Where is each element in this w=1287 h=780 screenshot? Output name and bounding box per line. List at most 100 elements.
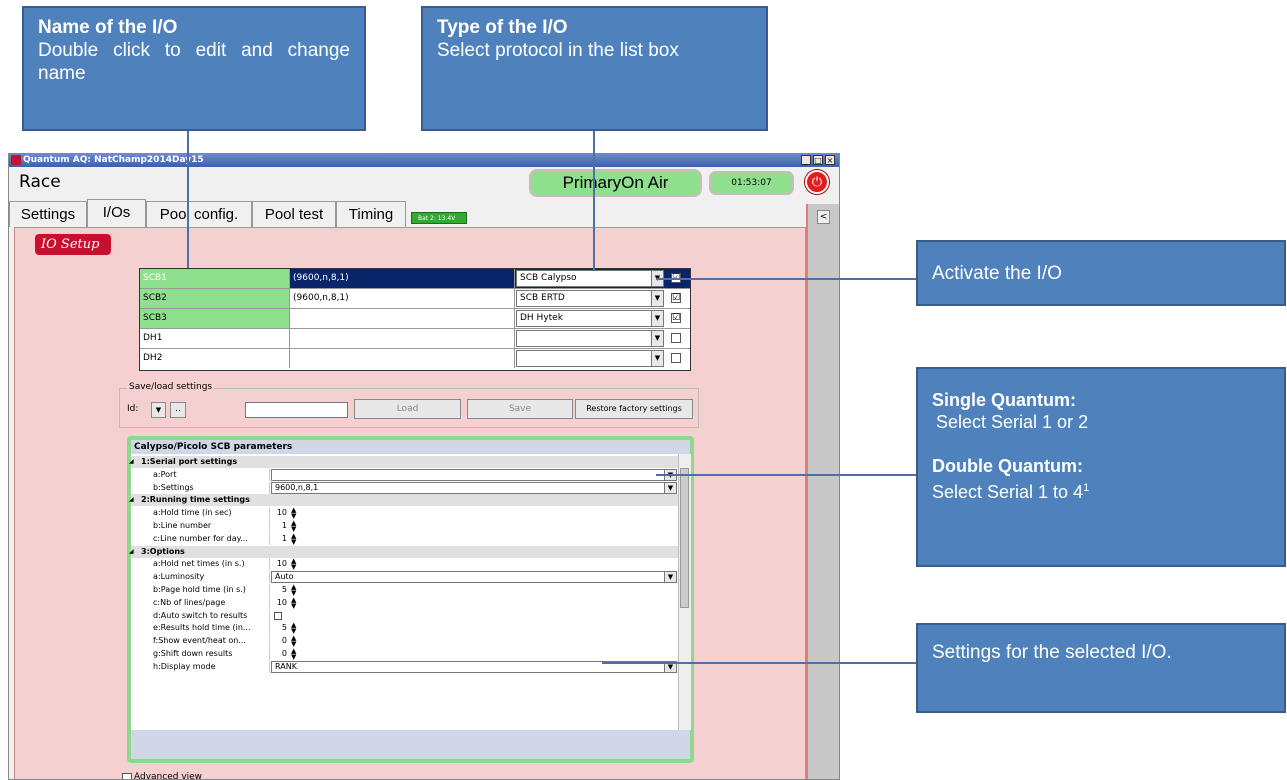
spinner-arrows-icon[interactable]: ▲ ▼ (291, 622, 296, 635)
advanced-view-checkbox[interactable] (122, 773, 132, 779)
callout-serial-footnote: 1 (1083, 482, 1090, 494)
io-name-cell[interactable]: SCB1 (140, 269, 290, 288)
spinner-arrows-icon[interactable]: ▲ ▼ (291, 507, 296, 520)
protocol-select[interactable]: SCB Calypso▼ (516, 270, 664, 287)
property-section[interactable]: ◢ 2:Running time settings (129, 494, 678, 507)
chevron-down-icon[interactable]: ▼ (651, 311, 663, 326)
property-select[interactable]: Auto ▼ (271, 571, 677, 584)
protocol-select[interactable]: SCB ERTD ▼ (516, 290, 664, 307)
property-spinner-value[interactable]: 1 (271, 520, 289, 532)
chevron-down-icon[interactable]: ▼ (651, 331, 663, 346)
chevron-down-icon[interactable]: ▼ (651, 351, 663, 366)
property-select[interactable]: ▼ (271, 468, 677, 481)
close-button[interactable]: × (825, 155, 835, 165)
callout-serial-single-title: Single Quantum: (932, 390, 1076, 410)
scrollbar-thumb[interactable] (680, 468, 689, 608)
expand-triangle-icon[interactable]: ◢ (129, 494, 134, 506)
table-row[interactable]: DH2 ▼ (140, 349, 690, 369)
property-label: a:Luminosity (153, 571, 270, 584)
property-label: a:Hold time (in sec) (153, 507, 270, 520)
spinner-arrows-icon[interactable]: ▲ ▼ (291, 635, 296, 648)
spinner-arrows-icon[interactable]: ▲ ▼ (291, 558, 296, 571)
connector-line (187, 131, 189, 268)
protocol-select[interactable]: ▼ (516, 350, 664, 367)
io-name-cell[interactable]: SCB3 (140, 309, 290, 328)
tab-pool-test[interactable]: Pool test (252, 201, 336, 227)
protocol-select[interactable]: ▼ (516, 330, 664, 347)
restore-factory-button[interactable]: Restore factory settings (575, 399, 693, 419)
io-name-cell[interactable]: DH1 (140, 329, 290, 348)
property-row: a:Port▼ (131, 468, 678, 481)
connector-line (656, 278, 916, 280)
spinner-arrows-icon[interactable]: ▲ ▼ (291, 584, 296, 597)
property-spinner-value[interactable]: 5 (271, 584, 289, 596)
property-select[interactable]: 9600,n,8,1 ▼ (271, 481, 677, 494)
io-name-cell[interactable]: SCB2 (140, 289, 290, 308)
expand-triangle-icon[interactable]: ◢ (129, 456, 134, 468)
io-name-cell[interactable]: DH2 (140, 349, 290, 368)
chevron-down-icon[interactable]: ▼ (664, 482, 676, 493)
activate-checkbox[interactable]: ☑ (671, 313, 681, 323)
property-spinner-value[interactable]: 10 (271, 558, 289, 570)
tab-ios[interactable]: I/Os (87, 199, 146, 228)
spinner-arrows-icon[interactable]: ▲ ▼ (291, 648, 296, 661)
property-spinner-value[interactable]: 10 (271, 597, 289, 609)
property-spinner-value[interactable]: 10 (271, 507, 289, 519)
minimize-button[interactable]: _ (801, 155, 811, 165)
activate-checkbox[interactable]: ☑ (671, 293, 681, 303)
chevron-down-icon[interactable]: ▼ (664, 572, 676, 583)
power-icon[interactable]: ⏻ (805, 170, 829, 194)
property-label: b:Page hold time (in s.) (153, 584, 270, 596)
property-label: d:Auto switch to results (153, 609, 270, 622)
io-settings-cell (290, 329, 515, 348)
property-label: a:Hold net times (in s.) (153, 558, 270, 571)
property-checkbox[interactable] (274, 611, 282, 620)
spinner-arrows-icon[interactable]: ▲ ▼ (291, 520, 296, 533)
id-name-input[interactable] (245, 402, 348, 418)
spinner-arrows-icon[interactable]: ▲ ▼ (291, 532, 296, 545)
collapse-button[interactable]: < (817, 210, 830, 224)
protocol-select[interactable]: DH Hytek ▼ (516, 310, 664, 327)
property-grid: ◢1:Serial port settingsa:Port▼b:Settings… (129, 454, 678, 730)
property-spinner-value[interactable]: 0 (271, 648, 289, 660)
tab-timing[interactable]: Timing (336, 201, 406, 227)
property-spinner-value[interactable]: 0 (271, 635, 289, 647)
table-row[interactable]: SCB1 (9600,n,8,1) SCB Calypso▼ ☑ (140, 269, 690, 289)
protocol-value: DH Hytek (520, 313, 563, 323)
tab-pool-config[interactable]: Pool config. (146, 201, 252, 227)
spinner-arrows-icon[interactable]: ▲ ▼ (291, 596, 296, 609)
id-label: Id: (127, 404, 139, 414)
property-spinner-value[interactable]: 1 (271, 533, 289, 545)
vertical-scrollbar[interactable] (678, 454, 691, 730)
property-row: d:Auto switch to results (131, 609, 678, 622)
battery-indicator: Bat 2: 13.4V (411, 212, 467, 224)
property-label: f:Show event/heat on... (153, 635, 270, 648)
load-button[interactable]: Load (354, 399, 461, 419)
activate-checkbox[interactable] (671, 333, 681, 343)
property-section[interactable]: ◢ 1:Serial port settings (129, 456, 678, 468)
callout-settings-text: Settings for the selected I/O. (932, 642, 1172, 663)
id-browse-button[interactable]: .. (170, 402, 186, 418)
activate-checkbox[interactable] (671, 353, 681, 363)
property-row: e:Results hold time (in... 5 ▲ ▼ (131, 622, 678, 635)
table-row[interactable]: SCB2 (9600,n,8,1) SCB ERTD ▼ ☑ (140, 289, 690, 309)
io-settings-cell (290, 349, 515, 368)
protocol-value: SCB Calypso (520, 273, 577, 283)
chevron-down-icon[interactable]: ▼ (651, 291, 663, 306)
property-label: c:Line number for day... (153, 532, 270, 545)
property-row: b:Settings 9600,n,8,1 ▼ (131, 481, 678, 494)
maximize-button[interactable]: □ (813, 155, 823, 165)
id-dropdown[interactable]: ▼ (151, 402, 166, 418)
callout-activate-text: Activate the I/O (932, 263, 1062, 284)
save-button[interactable]: Save (467, 399, 573, 419)
table-row[interactable]: DH1 ▼ (140, 329, 690, 349)
property-spinner-value[interactable]: 5 (271, 622, 289, 634)
io-settings-cell: (9600,n,8,1) (290, 269, 515, 288)
table-row[interactable]: SCB3 DH Hytek ▼ ☑ (140, 309, 690, 329)
property-section[interactable]: ◢ 3:Options (129, 545, 678, 558)
expand-triangle-icon[interactable]: ◢ (129, 546, 134, 558)
tab-settings[interactable]: Settings (9, 201, 87, 227)
property-row: a:Hold time (in sec) 10 ▲ ▼ (131, 507, 678, 520)
callout-type-text: Select protocol in the list box (437, 40, 679, 61)
callout-activate: Activate the I/O (916, 240, 1286, 306)
